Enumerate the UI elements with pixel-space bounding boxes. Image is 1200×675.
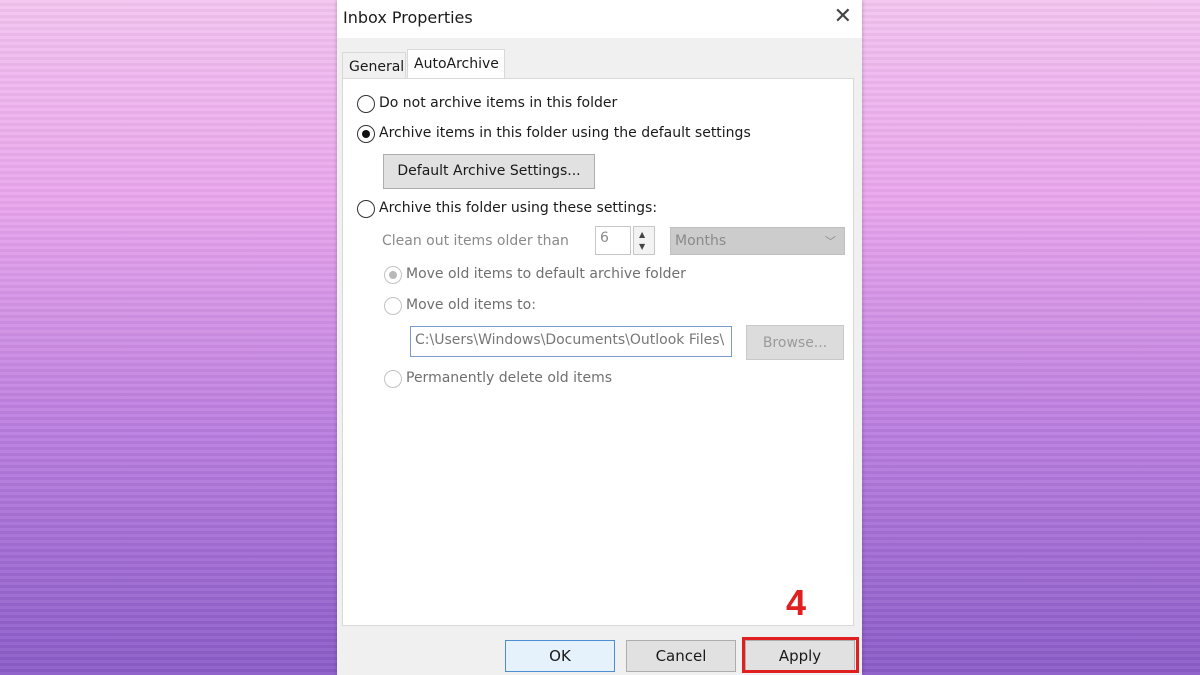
cancel-button[interactable]: Cancel <box>626 640 736 672</box>
chevron-down-icon: ﹀ <box>825 235 836 248</box>
radio-custom-archive[interactable] <box>357 200 375 218</box>
radio-move-default[interactable] <box>384 266 402 284</box>
tab-autoarchive[interactable]: AutoArchive <box>407 49 505 78</box>
permanently-delete-label: Permanently delete old items <box>406 370 613 386</box>
age-spinner[interactable]: ▲ ▼ <box>633 226 655 255</box>
spin-up-icon[interactable]: ▲ <box>639 230 645 239</box>
browse-button[interactable]: Browse... <box>746 325 844 360</box>
radio-selected-dot <box>388 270 397 279</box>
default-archive-label: Archive items in this folder using the d… <box>379 125 751 141</box>
custom-archive-label: Archive this folder using these settings… <box>379 200 658 216</box>
radio-default-archive[interactable] <box>357 125 375 143</box>
radio-move-to[interactable] <box>384 297 402 315</box>
archive-path-field[interactable]: C:\Users\Windows\Documents\Outlook Files… <box>410 326 732 357</box>
ok-button[interactable]: OK <box>505 640 615 672</box>
tab-general[interactable]: General <box>342 52 406 78</box>
age-unit-select[interactable]: Months ﹀ <box>670 227 845 255</box>
spin-down-icon[interactable]: ▼ <box>639 242 645 251</box>
radio-selected-dot <box>361 129 370 138</box>
clean-out-label: Clean out items older than <box>382 233 569 249</box>
apply-highlight-box <box>742 637 859 673</box>
age-unit-value: Months <box>675 233 727 249</box>
radio-no-archive[interactable] <box>357 95 375 113</box>
inbox-properties-dialog: Inbox Properties ✕ General AutoArchive D… <box>337 0 862 675</box>
title-bar: Inbox Properties ✕ <box>337 0 862 38</box>
autoarchive-panel: Do not archive items in this folder Arch… <box>342 78 854 626</box>
move-default-label: Move old items to default archive folder <box>406 266 686 282</box>
age-value-field[interactable]: 6 <box>595 226 631 255</box>
step-number-annotation: 4 <box>786 582 807 623</box>
move-to-label: Move old items to: <box>406 297 536 313</box>
no-archive-label: Do not archive items in this folder <box>379 95 618 111</box>
dialog-title: Inbox Properties <box>343 8 473 27</box>
radio-permanently-delete[interactable] <box>384 370 402 388</box>
close-icon[interactable]: ✕ <box>834 4 852 29</box>
default-archive-settings-button[interactable]: Default Archive Settings... <box>383 154 595 189</box>
